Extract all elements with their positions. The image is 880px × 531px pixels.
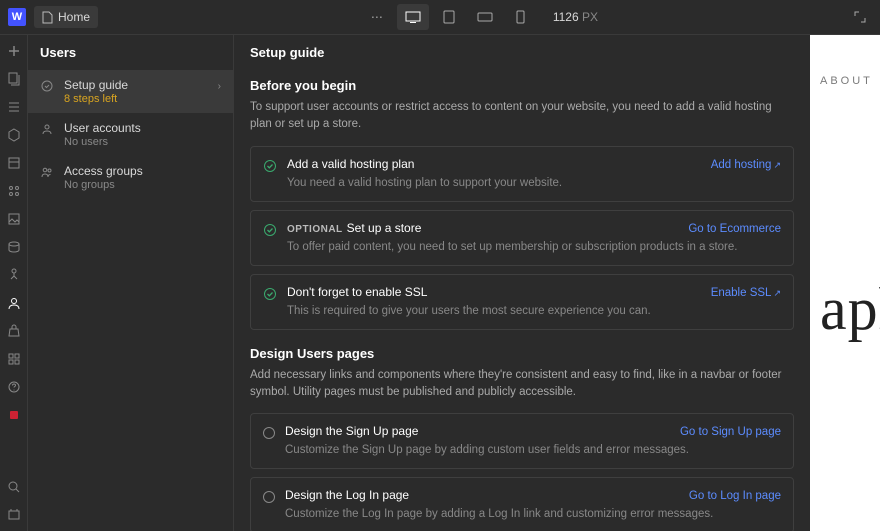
phone-icon — [516, 10, 525, 24]
page-icon — [42, 11, 53, 24]
desktop-icon — [405, 11, 421, 23]
left-rail — [0, 35, 28, 531]
cms-icon[interactable] — [4, 153, 24, 173]
tablet-view-button[interactable] — [433, 4, 465, 30]
section-heading: Before you begin — [250, 78, 794, 93]
section-desc: To support user accounts or restrict acc… — [250, 99, 794, 134]
sidebar-item-sub: No users — [64, 136, 221, 148]
users-panel-icon[interactable] — [4, 293, 24, 313]
optional-badge: OPTIONAL — [287, 224, 343, 235]
home-label: Home — [58, 10, 90, 24]
users-sidebar: Users Setup guide 8 steps left › User ac… — [28, 35, 234, 531]
empty-circle-icon — [263, 427, 275, 439]
tablet-icon — [443, 10, 455, 24]
sidebar-item-label: Setup guide — [64, 78, 210, 92]
step-card: Don't forget to enable SSL Enable SSL↗ T… — [250, 274, 794, 330]
check-circle-icon — [263, 159, 277, 173]
canvas-width-display[interactable]: 1126 PX — [553, 10, 598, 24]
sidebar-item-icon — [40, 79, 56, 95]
assets-icon[interactable] — [4, 181, 24, 201]
step-title: Design the Log In page — [285, 488, 681, 502]
canvas-nav-link[interactable]: ABOUT — [820, 75, 870, 87]
step-action-link[interactable]: Enable SSL↗ — [711, 287, 781, 299]
record-icon[interactable] — [4, 405, 24, 425]
canvas-headline: aph — [820, 275, 880, 344]
step-desc: To offer paid content, you need to set u… — [287, 239, 781, 255]
sidebar-item-label: User accounts — [64, 121, 221, 135]
step-card: Add a valid hosting plan Add hosting↗ Yo… — [250, 146, 794, 202]
step-desc: This is required to give your users the … — [287, 303, 781, 319]
webflow-logo-icon[interactable]: W — [8, 8, 26, 26]
sidebar-item-icon — [40, 165, 56, 181]
sidebar-title: Users — [28, 35, 233, 70]
navigator-icon[interactable] — [4, 97, 24, 117]
step-title: Design the Sign Up page — [285, 424, 672, 438]
expand-button[interactable] — [848, 5, 872, 29]
step-title: Don't forget to enable SSL — [287, 285, 703, 299]
add-element-icon[interactable] — [4, 41, 24, 61]
pages-icon[interactable] — [4, 69, 24, 89]
apps-icon[interactable] — [4, 321, 24, 341]
check-circle-icon — [263, 287, 277, 301]
expand-icon — [854, 11, 866, 23]
canvas-preview[interactable]: ABOUT aph — [810, 35, 880, 531]
sidebar-item-sub: No groups — [64, 179, 221, 191]
more-options-button[interactable]: ⋯ — [361, 4, 393, 30]
search-icon[interactable] — [4, 477, 24, 497]
step-desc: You need a valid hosting plan to support… — [287, 175, 781, 191]
topbar: W Home ⋯ 1126 PX — [0, 0, 880, 35]
page-title: Setup guide — [250, 45, 794, 60]
step-action-link[interactable]: Go to Log In page — [689, 490, 781, 502]
landscape-view-button[interactable] — [469, 4, 501, 30]
image-icon[interactable] — [4, 209, 24, 229]
step-desc: Customize the Log In page by adding a Lo… — [285, 506, 781, 522]
desktop-view-button[interactable] — [397, 4, 429, 30]
sidebar-item-sub: 8 steps left — [64, 93, 210, 105]
phone-landscape-icon — [477, 12, 493, 22]
section-heading: Design Users pages — [250, 346, 794, 361]
audit-icon[interactable] — [4, 505, 24, 525]
step-desc: Customize the Sign Up page by adding cus… — [285, 442, 781, 458]
step-title: Add a valid hosting plan — [287, 157, 703, 171]
section-desc: Add necessary links and components where… — [250, 367, 794, 402]
sidebar-item-setup-guide[interactable]: Setup guide 8 steps left › — [28, 70, 233, 113]
content-panel: Setup guide Before you begin To support u… — [234, 35, 810, 531]
components-icon[interactable] — [4, 125, 24, 145]
step-action-link[interactable]: Go to Sign Up page — [680, 426, 781, 438]
sidebar-item-icon — [40, 122, 56, 138]
sidebar-item-access-groups[interactable]: Access groups No groups — [28, 156, 233, 199]
step-action-link[interactable]: Go to Ecommerce — [688, 223, 781, 235]
step-title: OPTIONALSet up a store — [287, 221, 680, 235]
phone-view-button[interactable] — [505, 4, 537, 30]
home-button[interactable]: Home — [34, 6, 98, 28]
step-card: Design the Sign Up page Go to Sign Up pa… — [250, 413, 794, 469]
sidebar-item-user-accounts[interactable]: User accounts No users — [28, 113, 233, 156]
logic-icon[interactable] — [4, 265, 24, 285]
chevron-right-icon: › — [218, 81, 221, 92]
empty-circle-icon — [263, 491, 275, 503]
sidebar-item-label: Access groups — [64, 164, 221, 178]
help-icon[interactable] — [4, 377, 24, 397]
step-action-link[interactable]: Add hosting↗ — [711, 159, 781, 171]
step-card: Design the Log In page Go to Log In page… — [250, 477, 794, 531]
ecommerce-icon[interactable] — [4, 237, 24, 257]
step-card: OPTIONALSet up a store Go to Ecommerce T… — [250, 210, 794, 266]
settings-icon[interactable] — [4, 349, 24, 369]
check-circle-icon — [263, 223, 277, 237]
